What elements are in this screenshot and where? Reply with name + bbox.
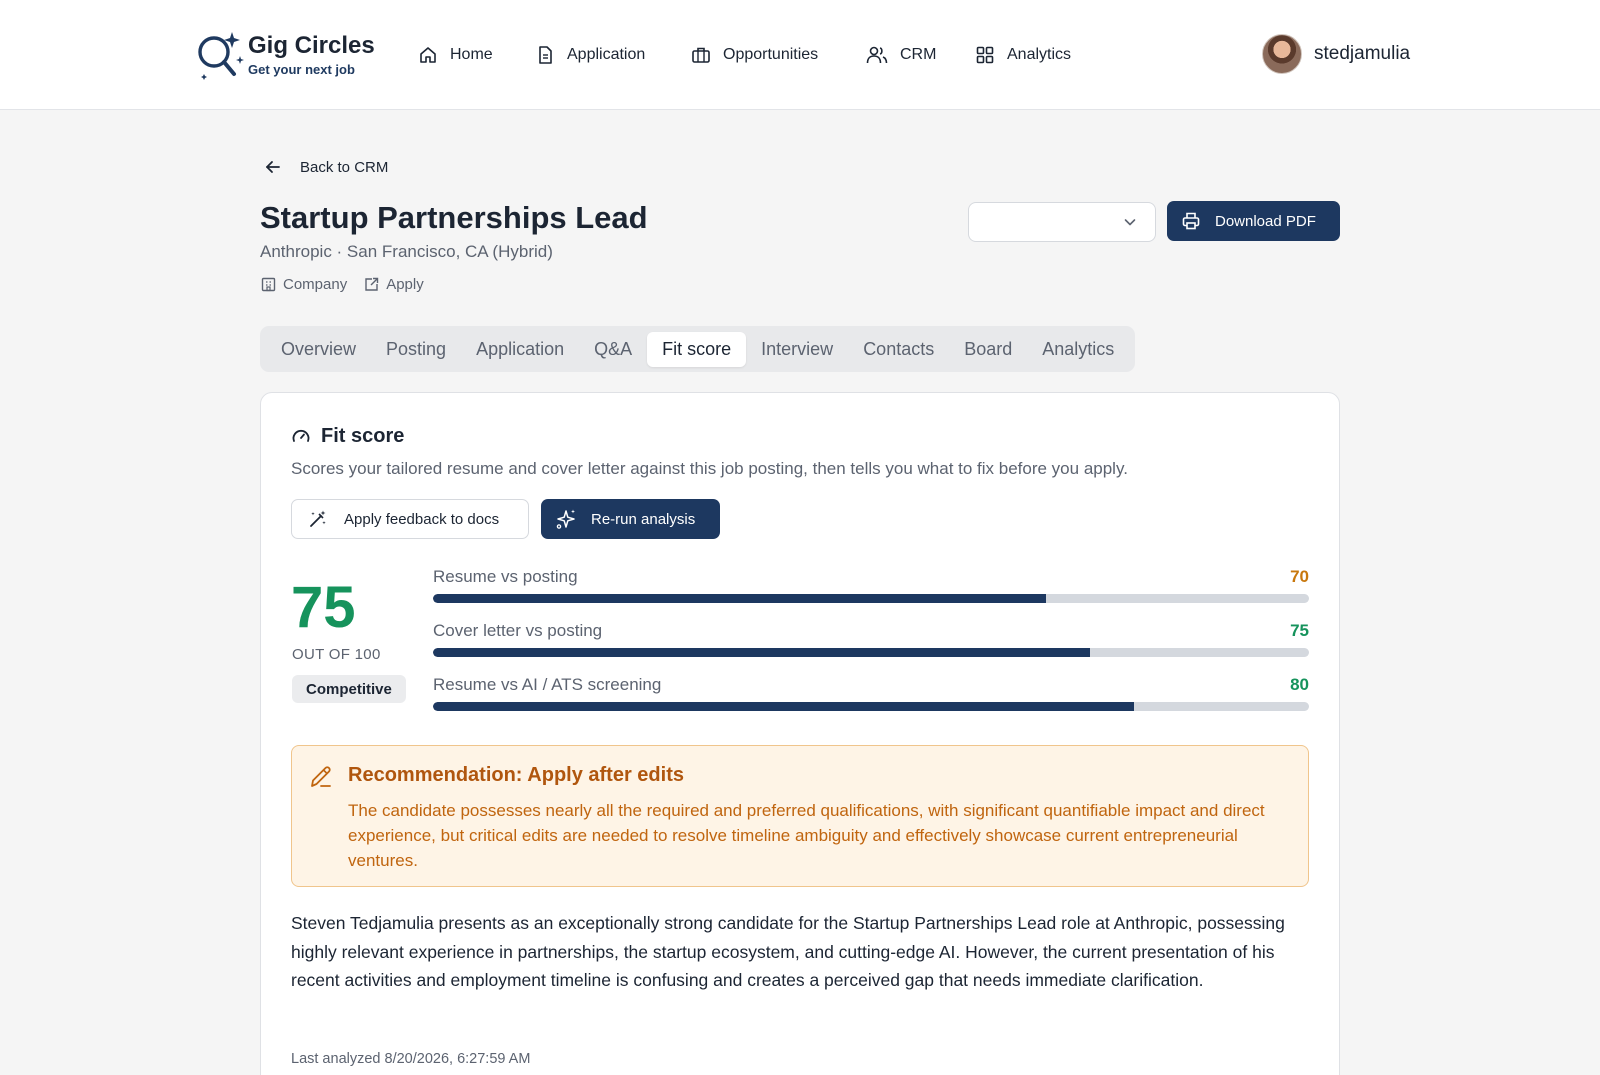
- search-sparkle-icon: [198, 32, 244, 80]
- tab-qa[interactable]: Q&A: [579, 332, 647, 367]
- rerun-label: Re-run analysis: [591, 510, 696, 528]
- building-icon: [261, 277, 276, 292]
- metric-resume-vs-posting: Resume vs posting 70: [433, 567, 1309, 611]
- nav-label: Opportunities: [723, 46, 819, 63]
- sparkles-icon: [556, 509, 575, 529]
- user-name: stedjamulia: [1314, 43, 1411, 64]
- recommendation-title: Recommendation: Apply after edits: [348, 764, 684, 786]
- arrow-left-icon: [266, 161, 280, 173]
- last-analyzed-timestamp: Last analyzed 8/20/2026, 6:27:59 AM: [291, 1051, 531, 1067]
- document-icon: [539, 46, 552, 64]
- brand-tagline: Get your next job: [248, 62, 355, 77]
- chevron-down-icon: [1124, 219, 1136, 226]
- page-title: Startup Partnerships Lead: [260, 200, 648, 235]
- card-description: Scores your tailored resume and cover le…: [291, 459, 1128, 478]
- recommendation-body: The candidate possesses nearly all the r…: [348, 801, 1265, 870]
- overall-score: 75: [291, 575, 356, 640]
- grid-icon: [976, 46, 994, 64]
- tab-contacts[interactable]: Contacts: [848, 332, 949, 367]
- metric-cover-letter-vs-posting: Cover letter vs posting 75: [433, 621, 1309, 665]
- metric-bar: [433, 594, 1309, 603]
- download-pdf-button[interactable]: Download PDF: [1167, 201, 1340, 241]
- job-links: Company Apply: [260, 276, 424, 293]
- tab-board[interactable]: Board: [949, 332, 1027, 367]
- metric-bar-fill: [433, 702, 1134, 711]
- gauge-icon: [292, 429, 310, 442]
- job-subtitle: Anthropic · San Francisco, CA (Hybrid): [260, 242, 553, 261]
- apply-feedback-button[interactable]: Apply feedback to docs: [291, 499, 529, 539]
- score-out-of: OUT OF 100: [292, 646, 381, 663]
- analysis-summary: Steven Tedjamulia presents as an excepti…: [291, 913, 1285, 990]
- metric-value: 70: [1290, 567, 1309, 586]
- back-label: Back to CRM: [300, 158, 389, 176]
- company-link-label: Company: [283, 276, 348, 293]
- tab-overview[interactable]: Overview: [266, 332, 371, 367]
- briefcase-icon: [692, 47, 710, 63]
- back-to-crm-link[interactable]: Back to CRM: [264, 158, 388, 176]
- recommendation-box: Recommendation: Apply after edits The ca…: [291, 745, 1309, 887]
- nav-label: CRM: [900, 46, 937, 63]
- external-link-icon: [365, 277, 379, 291]
- card-title-text: Fit score: [321, 425, 405, 447]
- avatar: [1262, 34, 1302, 74]
- brand-name: Gig Circles: [248, 32, 375, 59]
- nav-item-home[interactable]: Home: [418, 40, 493, 70]
- nav-item-crm[interactable]: CRM: [866, 40, 936, 70]
- apply-link-label: Apply: [386, 276, 424, 293]
- metric-bar-fill: [433, 648, 1090, 657]
- tab-interview[interactable]: Interview: [746, 332, 848, 367]
- tab-fit-score[interactable]: Fit score: [647, 331, 747, 367]
- user-menu[interactable]: stedjamulia: [1262, 34, 1410, 74]
- metric-bar-fill: [433, 594, 1047, 603]
- fit-score-card: Fit score Scores your tailored resume an…: [260, 392, 1340, 1075]
- metric-label: Cover letter vs posting: [433, 621, 603, 640]
- apply-feedback-label: Apply feedback to docs: [344, 510, 500, 528]
- nav-item-opportunities[interactable]: Opportunities: [691, 40, 818, 70]
- top-navigation-bar: Gig Circles Get your next job Home Appli…: [0, 0, 1600, 110]
- nav-label: Home: [450, 46, 493, 63]
- metric-label: Resume vs AI / ATS screening: [433, 675, 662, 694]
- magic-wand-icon: [310, 510, 326, 527]
- metric-bar: [433, 702, 1309, 711]
- document-version-select[interactable]: [968, 202, 1156, 242]
- detail-tabs: Overview Posting Application Q&A Fit sco…: [260, 326, 1136, 372]
- metric-bar: [433, 648, 1309, 657]
- status-badge: Competitive: [292, 675, 406, 703]
- rerun-analysis-button[interactable]: Re-run analysis: [541, 499, 720, 539]
- apply-link[interactable]: Apply: [363, 276, 424, 293]
- metric-label: Resume vs posting: [433, 567, 578, 586]
- metric-value: 75: [1290, 621, 1309, 640]
- nav-item-analytics[interactable]: Analytics: [975, 40, 1071, 70]
- pencil-icon: [311, 766, 331, 787]
- home-icon: [420, 47, 436, 63]
- tab-analytics[interactable]: Analytics: [1027, 332, 1129, 367]
- printer-icon: [1182, 212, 1200, 230]
- users-icon: [866, 46, 888, 64]
- brand-logo[interactable]: Gig Circles Get your next job: [194, 28, 384, 84]
- nav-item-application[interactable]: Application: [535, 40, 645, 70]
- company-link[interactable]: Company: [260, 276, 347, 293]
- tab-application[interactable]: Application: [461, 332, 579, 367]
- download-pdf-label: Download PDF: [1215, 212, 1316, 230]
- metric-value: 80: [1290, 675, 1309, 694]
- card-title: Fit score: [291, 425, 404, 448]
- metric-resume-vs-ats: Resume vs AI / ATS screening 80: [433, 675, 1309, 719]
- nav-label: Application: [567, 46, 646, 63]
- tab-posting[interactable]: Posting: [371, 332, 461, 367]
- nav-label: Analytics: [1007, 46, 1072, 63]
